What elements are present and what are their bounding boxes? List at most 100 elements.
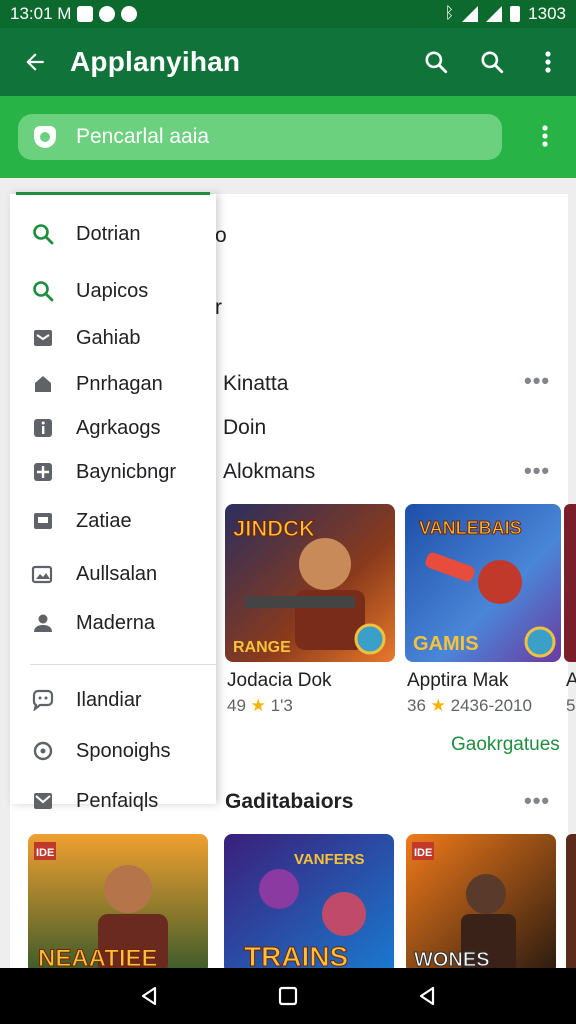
drawer-item-label: Uapicos	[76, 279, 149, 302]
game-card-artwork[interactable]: JINDCK RANGE	[225, 504, 395, 662]
search-icon	[425, 51, 448, 74]
bluetooth-icon: ᛒ	[444, 5, 455, 22]
game-art-subtitle: GAMIS	[413, 633, 479, 655]
drawer-item[interactable]: Maderna	[10, 601, 216, 645]
drawer-item[interactable]: Sponoighs	[10, 729, 216, 773]
screen: 13:01 M ᛒ 1303 Applanyihan Pencarlal aai…	[0, 0, 576, 1024]
app-notification-icon	[121, 6, 138, 22]
drawer-item[interactable]: Baynicbngr	[10, 450, 216, 494]
drawer-item-label: Aullsalan	[76, 562, 158, 585]
game-title[interactable]: Jodacia Dok	[227, 670, 332, 692]
game-card-artwork[interactable]	[564, 504, 576, 662]
game-card-artwork[interactable]	[566, 834, 576, 974]
game-title[interactable]: Apptira Mak	[407, 670, 508, 692]
search-icon	[33, 224, 54, 245]
drawer-divider	[30, 664, 216, 665]
drawer-item[interactable]: Dotrian	[10, 212, 216, 256]
mail-icon	[34, 793, 52, 809]
game-art-badge: IDE	[414, 847, 432, 859]
star-icon: ★	[250, 696, 266, 715]
search-button[interactable]	[408, 28, 464, 96]
row-title: Kinatta	[223, 372, 289, 395]
drawer-item-label: Baynicbngr	[76, 460, 177, 483]
game-card-artwork[interactable]: VANLEBAIS GAMIS	[405, 504, 561, 662]
search-input[interactable]: Pencarlal aaia	[18, 114, 502, 160]
back-arrow-icon	[26, 53, 44, 71]
see-more-link[interactable]: Gaokrgatues	[451, 734, 560, 756]
rating-value: 36	[407, 696, 426, 715]
overflow-menu-button[interactable]	[520, 28, 576, 96]
row-more-button[interactable]: •••	[524, 368, 550, 394]
drawer-item[interactable]: Gahiab	[10, 316, 216, 360]
nav-back-button[interactable]	[129, 976, 169, 1016]
game-card-artwork[interactable]: VANFERS TRAINS	[224, 834, 394, 974]
search-placeholder: Pencarlal aaia	[76, 125, 210, 148]
row-title: Doin	[223, 416, 267, 439]
game-rating: 36 ★ 2436-2010	[407, 696, 532, 716]
settings-icon	[33, 741, 53, 761]
chat-notification-icon	[99, 6, 116, 22]
navigation-drawer: Dotrian Uapicos Gahiab Pnrhagan Agrkaogs…	[10, 194, 216, 812]
game-rating: 49 ★ 1'3	[227, 696, 293, 716]
drawer-item[interactable]: Penfaiqls	[10, 779, 216, 823]
rating-value: 5	[566, 696, 576, 715]
drawer-item[interactable]: Uapicos	[10, 269, 216, 313]
game-card-artwork[interactable]: IDE NEAATIEE	[28, 834, 208, 974]
drawer-item-label: Maderna	[76, 611, 155, 634]
search-button-2[interactable]	[464, 28, 520, 96]
nav-recents-button[interactable]	[407, 976, 447, 1016]
drawer-item-label: Sponoighs	[76, 739, 171, 762]
search-strip: Pencarlal aaia	[0, 96, 576, 178]
back-triangle-icon	[142, 986, 157, 1006]
game-title[interactable]: A	[566, 670, 576, 692]
puzzle-icon	[34, 463, 52, 481]
rating-meta: 1'3	[270, 696, 293, 715]
content-fragment: o	[215, 224, 227, 247]
rating-value: 49	[227, 696, 246, 715]
shield-icon	[34, 126, 56, 148]
row-more-button[interactable]: •••	[524, 458, 550, 484]
game-art: JINDCK RANGE	[225, 504, 395, 662]
drawer-item[interactable]: Zatiae	[10, 499, 216, 543]
drawer-item-label: Penfaiqls	[76, 789, 159, 812]
search-icon	[33, 281, 54, 302]
person-icon	[34, 614, 52, 632]
game-art-subtitle: RANGE	[233, 639, 291, 656]
home-icon	[35, 376, 51, 392]
status-time: 13:01 M	[10, 4, 72, 23]
back-button[interactable]	[0, 28, 70, 96]
search-more-button[interactable]	[530, 116, 560, 156]
gallery-icon	[31, 565, 53, 584]
notification-icon	[77, 6, 94, 22]
row-title: Alokmans	[223, 460, 316, 483]
game-art-badge: IDE	[36, 847, 54, 859]
drawer-item[interactable]: Ilandiar	[10, 678, 216, 722]
info-icon	[34, 419, 52, 437]
feedback-icon	[32, 689, 54, 711]
back-triangle-icon	[419, 986, 434, 1006]
search-icon	[481, 51, 504, 74]
home-square-icon	[278, 986, 298, 1006]
content-fragment: r	[215, 296, 222, 319]
drawer-item[interactable]: Pnrhagan	[10, 362, 216, 406]
drawer-item[interactable]: Aullsalan	[10, 552, 216, 596]
status-battery-text: 1303	[528, 4, 566, 23]
game-art: IDE WONES	[406, 834, 556, 974]
drawer-item-label: Dotrian	[76, 222, 141, 245]
game-card-artwork[interactable]: IDE WONES	[406, 834, 556, 974]
row-title: Gaditabaiors	[225, 790, 354, 813]
more-vert-icon	[545, 51, 551, 73]
app-title: Applanyihan	[70, 46, 241, 77]
game-art	[566, 834, 576, 974]
battery-icon	[510, 6, 521, 22]
drawer-item[interactable]: Agrkaogs	[10, 406, 216, 450]
drawer-item-label: Pnrhagan	[76, 372, 163, 395]
game-art-title: VANLEBAIS	[419, 518, 522, 538]
more-vert-icon	[542, 125, 548, 147]
drawer-item-label: Agrkaogs	[76, 416, 161, 439]
nav-home-button[interactable]	[268, 976, 308, 1016]
inbox-icon	[34, 330, 52, 346]
app-bar: Applanyihan	[0, 28, 576, 96]
game-art: VANLEBAIS GAMIS	[405, 504, 561, 662]
row-more-button[interactable]: •••	[524, 788, 550, 814]
